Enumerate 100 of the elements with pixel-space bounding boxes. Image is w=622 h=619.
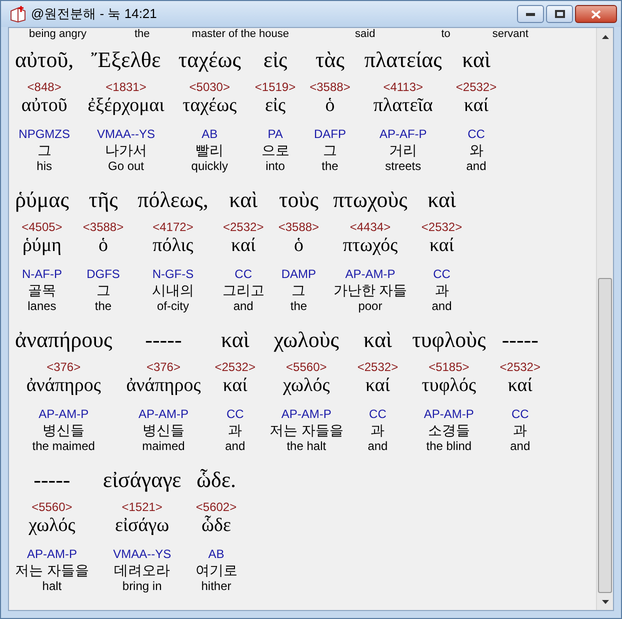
lemma-word: καί bbox=[222, 374, 248, 398]
korean-gloss: 과 bbox=[513, 421, 528, 439]
strong-number: <848> bbox=[27, 80, 62, 94]
strong-number: <2532> bbox=[456, 80, 497, 94]
parsing-code: CC bbox=[511, 407, 529, 421]
lemma-word: ταχέως bbox=[182, 94, 237, 118]
korean-gloss: 그 bbox=[96, 281, 110, 299]
english-gloss: and bbox=[233, 299, 254, 313]
english-gloss: quickly bbox=[191, 159, 228, 173]
scrollbar-thumb[interactable] bbox=[598, 278, 612, 593]
greek-word: ταχέως bbox=[178, 46, 241, 74]
strong-number: <4434> bbox=[350, 220, 391, 234]
english-gloss: Go out bbox=[108, 159, 144, 173]
strong-number: <1519> bbox=[254, 80, 296, 94]
up-arrow-icon bbox=[602, 34, 608, 38]
english-gloss: streets bbox=[385, 159, 422, 173]
maximize-icon bbox=[554, 10, 564, 18]
korean-gloss: 과 bbox=[370, 421, 385, 439]
minimize-button[interactable] bbox=[517, 5, 544, 23]
english-gloss: lanes bbox=[28, 299, 56, 313]
korean-gloss: 빨리 bbox=[196, 141, 224, 159]
greek-word: αὐτοῦ, bbox=[15, 46, 74, 74]
korean-gloss: 그 bbox=[322, 141, 337, 159]
strong-number: <4113> bbox=[383, 80, 424, 94]
parsing-code: DGFS bbox=[86, 267, 120, 281]
english-gloss: and bbox=[225, 439, 246, 453]
english-gloss: into bbox=[266, 159, 285, 173]
english-gloss: the bbox=[290, 299, 308, 313]
parsing-code: N-GF-S bbox=[152, 267, 194, 281]
english-gloss: the bbox=[322, 159, 338, 173]
parsing-code: AB bbox=[208, 547, 224, 561]
greek-word: καὶ bbox=[229, 186, 258, 214]
korean-gloss: 골목 bbox=[28, 281, 56, 299]
strong-number: <376> bbox=[46, 360, 81, 374]
english-gloss: to bbox=[441, 28, 450, 40]
strong-number: <376> bbox=[146, 360, 180, 374]
english-gloss: of-city bbox=[156, 299, 189, 313]
parsing-code: NPGMZS bbox=[18, 127, 70, 141]
strong-number: <3588> bbox=[310, 80, 350, 94]
greek-word: ὧδε. bbox=[196, 466, 236, 494]
english-gloss: bring in bbox=[122, 579, 162, 593]
strong-number: <2532> bbox=[222, 220, 264, 234]
greek-word: χωλοὺς bbox=[274, 326, 339, 354]
korean-gloss: 소경들 bbox=[428, 421, 470, 439]
greek-word: τοὺς bbox=[278, 186, 318, 214]
strong-number: <2532> bbox=[357, 360, 398, 374]
greek-word: ῥύμας bbox=[15, 186, 69, 214]
close-button[interactable] bbox=[575, 5, 617, 23]
strong-number: <4172> bbox=[152, 220, 194, 234]
english-gloss: and bbox=[510, 439, 530, 453]
down-arrow-icon bbox=[602, 600, 608, 604]
parsing-code: CC bbox=[226, 407, 244, 421]
korean-gloss: 그리고 bbox=[222, 281, 264, 299]
strong-number: <1521> bbox=[122, 500, 162, 514]
strong-number: <3588> bbox=[278, 220, 320, 234]
scrollbar[interactable] bbox=[596, 28, 613, 610]
greek-word: ἀναπήρους bbox=[15, 326, 112, 354]
lemma-word: ὁ bbox=[98, 234, 108, 258]
english-gloss: and bbox=[432, 299, 452, 313]
strong-number: <3588> bbox=[82, 220, 124, 234]
lemma-word: ἀνάπηρος bbox=[126, 374, 201, 398]
korean-gloss: 저는 자들을 bbox=[269, 421, 344, 439]
lemma-word: εἰσάγω bbox=[114, 514, 170, 538]
lemma-word: ὧδε bbox=[202, 514, 231, 538]
korean-gloss: 병신들 bbox=[142, 421, 184, 439]
greek-word: καὶ bbox=[462, 46, 490, 74]
greek-word: εἰς bbox=[263, 46, 288, 74]
strong-number: <5560> bbox=[286, 360, 327, 374]
greek-word: πτωχοὺς bbox=[333, 186, 408, 214]
greek-word: ----- bbox=[34, 466, 70, 494]
strong-number: <5030> bbox=[189, 80, 230, 94]
lemma-word: ῥύμη bbox=[22, 234, 62, 258]
lemma-word: χωλός bbox=[28, 514, 76, 538]
maximize-button[interactable] bbox=[546, 5, 573, 23]
lemma-word: τυφλός bbox=[422, 374, 476, 398]
greek-word: καὶ bbox=[364, 326, 392, 354]
parsing-code: DAFP bbox=[314, 127, 346, 141]
lemma-word: καί bbox=[508, 374, 532, 398]
parsing-code: VMAA--YS bbox=[113, 547, 172, 561]
book-icon bbox=[9, 5, 27, 23]
parsing-code: CC bbox=[369, 407, 386, 421]
parsing-code: AP-AM-P bbox=[138, 407, 188, 421]
korean-gloss: 과 bbox=[228, 421, 242, 439]
close-icon bbox=[591, 10, 601, 18]
english-gloss: the bbox=[134, 28, 150, 40]
korean-gloss: 시내의 bbox=[152, 281, 194, 299]
strong-number: <5560> bbox=[32, 500, 72, 514]
english-gloss: servant bbox=[492, 28, 528, 40]
parsing-code: CC bbox=[234, 267, 252, 281]
strong-number: <2532> bbox=[500, 360, 540, 374]
lemma-word: αὐτοῦ bbox=[21, 94, 68, 118]
parsing-code: AP-AM-P bbox=[38, 407, 89, 421]
english-gloss: his bbox=[36, 159, 52, 173]
parsing-code: CC bbox=[433, 267, 450, 281]
lemma-word: ἀνάπηρος bbox=[26, 374, 101, 398]
korean-gloss: 과 bbox=[434, 281, 449, 299]
lemma-word: καί bbox=[464, 94, 488, 118]
korean-gloss: 그 bbox=[292, 281, 306, 299]
lemma-word: ἐξέρχομαι bbox=[88, 94, 164, 118]
english-gloss: the bbox=[94, 299, 112, 313]
